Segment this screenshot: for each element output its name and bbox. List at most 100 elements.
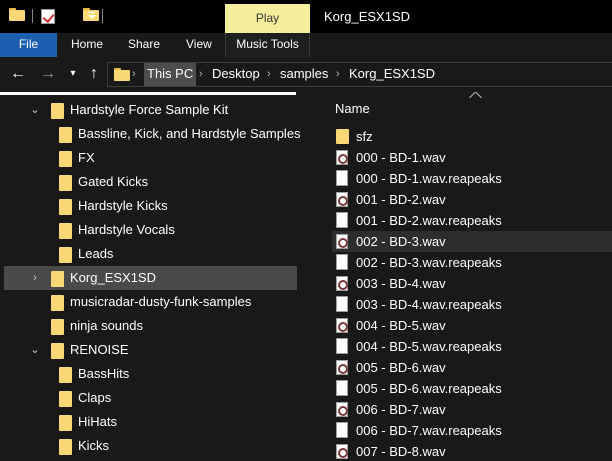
tree-item-hardstyle-kicks[interactable]: Hardstyle Kicks — [0, 194, 298, 218]
chevron-right-icon[interactable]: › — [132, 68, 136, 80]
tab-view[interactable]: View — [186, 33, 212, 57]
tree-item-gated-kicks[interactable]: Gated Kicks — [0, 170, 298, 194]
toolbar-divider — [32, 9, 33, 23]
arrow-left-icon[interactable]: ← — [8, 64, 28, 84]
title-bar: Play Korg_ESX1SD — [0, 0, 612, 33]
file-icon — [336, 296, 348, 312]
chevron-right-icon[interactable]: › — [267, 68, 271, 80]
play-context-tab[interactable]: Play — [225, 4, 310, 33]
list-item[interactable]: 003 - BD-4.wav.reapeaks — [332, 294, 612, 315]
file-name: sfz — [356, 129, 373, 144]
file-name: 000 - BD-1.wav — [356, 150, 446, 165]
chevron-down-icon[interactable]: ⌄ — [29, 104, 41, 116]
list-item[interactable]: 000 - BD-1.wav.reapeaks — [332, 168, 612, 189]
tree-item-label: Claps — [78, 390, 112, 405]
list-item[interactable]: 006 - BD-7.wav.reapeaks — [332, 420, 612, 441]
tree-item-fx[interactable]: FX — [0, 146, 298, 170]
folder-icon — [59, 199, 72, 215]
list-item[interactable]: 005 - BD-6.wav — [332, 357, 612, 378]
customize-quick-access-icon[interactable] — [87, 9, 96, 21]
wav-file-icon — [336, 318, 348, 333]
folder-icon — [59, 247, 72, 263]
tree-item-hardstyle-force-sample-kit[interactable]: ⌄ Hardstyle Force Sample Kit — [0, 98, 298, 122]
list-item[interactable]: 005 - BD-6.wav.reapeaks — [332, 378, 612, 399]
tree-item-basshits[interactable]: BassHits — [0, 362, 298, 386]
breadcrumb-samples[interactable]: samples — [277, 63, 331, 86]
file-list[interactable]: Name sfz 000 - BD-1.wav 000 - BD-1.wav.r… — [316, 92, 612, 461]
wav-file-icon — [336, 402, 348, 417]
list-item[interactable]: 001 - BD-2.wav — [332, 189, 612, 210]
pane-splitter[interactable] — [300, 92, 301, 461]
tree-item-hihats[interactable]: HiHats — [0, 410, 298, 434]
tree-item-ninja-sounds[interactable]: ninja sounds — [0, 314, 298, 338]
file-name: 007 - BD-8.wav — [356, 444, 446, 459]
tree-item-korg-esx1sd[interactable]: › Korg_ESX1SD — [4, 266, 297, 290]
tab-share[interactable]: Share — [128, 33, 160, 57]
navigation-tree[interactable]: ⌄ Hardstyle Force Sample Kit Bassline, K… — [0, 95, 300, 461]
list-item[interactable]: 004 - BD-5.wav — [332, 315, 612, 336]
tree-item-label: Kicks — [78, 438, 110, 453]
window-title: Korg_ESX1SD — [324, 9, 410, 24]
file-icon — [336, 380, 348, 396]
tree-item-claps[interactable]: Claps — [0, 386, 298, 410]
folder-icon — [51, 319, 64, 335]
folder-icon — [59, 415, 72, 431]
folder-icon — [59, 223, 72, 239]
wav-file-icon — [336, 444, 348, 459]
folder-icon — [59, 175, 72, 191]
file-name: 001 - BD-2.wav.reapeaks — [356, 213, 502, 228]
chevron-right-icon[interactable]: › — [336, 68, 340, 80]
folder-icon — [51, 295, 64, 311]
chevron-right-icon[interactable]: › — [29, 272, 41, 284]
list-item[interactable]: 000 - BD-1.wav — [332, 147, 612, 168]
list-item[interactable]: 007 - BD-8.wav — [332, 441, 612, 461]
folder-icon — [59, 127, 72, 143]
address-bar[interactable]: › This PC › Desktop › samples › Korg_ESX… — [107, 62, 612, 87]
tree-item-kicks[interactable]: Kicks — [0, 434, 298, 458]
wav-file-icon — [336, 276, 348, 291]
breadcrumb-desktop[interactable]: Desktop — [209, 63, 263, 86]
ribbon-tabs: File Home Share View Music Tools — [0, 33, 612, 57]
wav-file-icon — [336, 150, 348, 165]
tree-item-leads[interactable]: Leads — [0, 242, 298, 266]
name-column-header[interactable]: Name — [335, 101, 370, 116]
tab-music-tools[interactable]: Music Tools — [225, 33, 310, 57]
chevron-down-icon[interactable]: ⌄ — [29, 344, 41, 356]
properties-check-icon[interactable] — [41, 9, 55, 24]
tree-item-label: Gated Kicks — [78, 174, 149, 189]
chevron-down-icon[interactable]: ▾ — [63, 64, 83, 84]
navigation-bar: ← → ▾ ↑ › This PC › Desktop › samples › … — [0, 57, 612, 92]
file-name: 001 - BD-2.wav — [356, 192, 446, 207]
tree-item-label: Bassline, Kick, and Hardstyle Samples — [78, 126, 300, 141]
folder-icon[interactable] — [9, 8, 25, 21]
file-name: 000 - BD-1.wav.reapeaks — [356, 171, 502, 186]
folder-icon — [59, 391, 72, 407]
arrow-right-icon[interactable]: → — [38, 64, 58, 84]
tree-item-label: BassHits — [78, 366, 130, 381]
list-item[interactable]: sfz — [332, 126, 612, 147]
folder-icon — [59, 151, 72, 167]
list-item[interactable]: 002 - BD-3.wav — [332, 231, 612, 252]
tree-item-renoise[interactable]: ⌄ RENOISE — [0, 338, 298, 362]
list-item[interactable]: 001 - BD-2.wav.reapeaks — [332, 210, 612, 231]
wav-file-icon — [336, 360, 348, 375]
tree-item-label: ninja sounds — [70, 318, 143, 333]
tab-file[interactable]: File — [0, 33, 57, 57]
list-item[interactable]: 002 - BD-3.wav.reapeaks — [332, 252, 612, 273]
list-item[interactable]: 006 - BD-7.wav — [332, 399, 612, 420]
tab-home[interactable]: Home — [71, 33, 103, 57]
tree-item-label: RENOISE — [70, 342, 129, 357]
tree-item-hardstyle-vocals[interactable]: Hardstyle Vocals — [0, 218, 298, 242]
breadcrumb-current-folder[interactable]: Korg_ESX1SD — [346, 63, 438, 86]
breadcrumb-this-pc[interactable]: This PC — [144, 63, 197, 86]
arrow-up-icon[interactable]: ↑ — [84, 64, 104, 84]
tree-item-bassline-kick-hardstyle[interactable]: Bassline, Kick, and Hardstyle Samples — [0, 122, 300, 146]
wav-file-icon — [336, 192, 348, 207]
chevron-right-icon[interactable]: › — [199, 68, 203, 80]
list-item[interactable]: 004 - BD-5.wav.reapeaks — [332, 336, 612, 357]
folder-icon — [59, 439, 72, 455]
file-icon — [336, 212, 348, 228]
file-name: 005 - BD-6.wav.reapeaks — [356, 381, 502, 396]
list-item[interactable]: 003 - BD-4.wav — [332, 273, 612, 294]
tree-item-musicradar-dusty-funk[interactable]: musicradar-dusty-funk-samples — [0, 290, 298, 314]
